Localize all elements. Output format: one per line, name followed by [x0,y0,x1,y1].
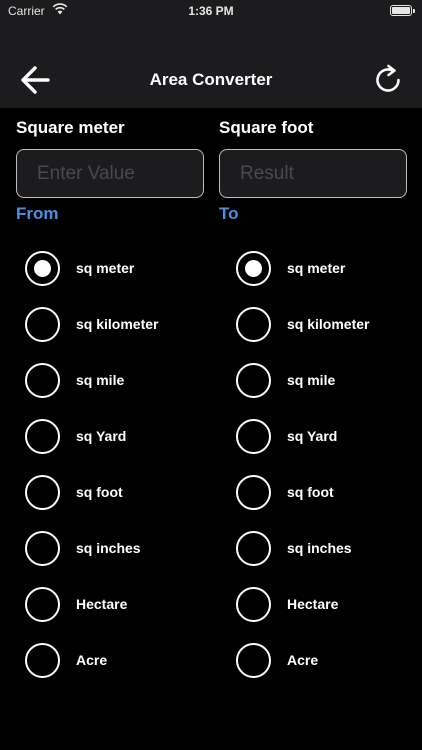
radio-button[interactable] [236,474,271,510]
from-option-hectare[interactable]: Hectare [25,576,236,632]
refresh-icon[interactable] [370,62,406,98]
status-time: 1:36 PM [188,4,234,18]
battery-icon [390,5,415,16]
option-label: sq kilometer [76,316,159,332]
option-label: sq mile [287,372,336,388]
top-bar: Carrier 1:36 PM Area Converter [0,0,422,108]
to-option-sq-foot[interactable]: sq foot [236,464,422,520]
from-option-sq-inches[interactable]: sq inches [25,520,236,576]
to-option-acre[interactable]: Acre [236,632,422,688]
page-title: Area Converter [149,70,273,89]
option-label: sq inches [76,540,141,556]
radio-button[interactable] [236,530,271,566]
radio-button[interactable] [236,250,271,286]
to-option-sq-mile[interactable]: sq mile [236,352,422,408]
radio-button[interactable] [236,642,271,678]
radio-button[interactable] [236,362,271,398]
radio-button[interactable] [25,418,60,454]
result-field[interactable] [219,149,407,198]
radio-button[interactable] [236,586,271,622]
option-label: sq kilometer [287,316,370,332]
option-label: Hectare [76,596,128,612]
option-label: sq foot [287,484,334,500]
to-option-sq-kilometer[interactable]: sq kilometer [236,296,422,352]
to-unit-label: Square foot [219,118,314,137]
value-input[interactable] [16,149,204,198]
option-label: sq Yard [287,428,338,444]
option-label: Acre [287,652,319,668]
radio-button[interactable] [25,362,60,398]
to-section-label: To [219,204,239,223]
from-option-sq-meter[interactable]: sq meter [25,240,236,296]
option-label: sq inches [287,540,352,556]
from-unit-label: Square meter [16,118,125,137]
option-label: Acre [76,652,108,668]
to-option-sq-meter[interactable]: sq meter [236,240,422,296]
radio-button[interactable] [25,530,60,566]
option-label: sq Yard [76,428,127,444]
to-option-hectare[interactable]: Hectare [236,576,422,632]
to-option-sq-yard[interactable]: sq Yard [236,408,422,464]
area-converter-screen: Carrier 1:36 PM Area Converter Square me… [0,0,422,750]
option-label: sq foot [76,484,123,500]
option-label: sq meter [287,260,346,276]
from-option-sq-kilometer[interactable]: sq kilometer [25,296,236,352]
radio-button[interactable] [236,306,271,342]
from-section-label: From [16,204,59,223]
option-label: sq meter [76,260,135,276]
from-unit-list: sq meter sq kilometer sq mile sq Yard sq… [25,240,236,688]
option-label: Hectare [287,596,339,612]
status-bar: Carrier 1:36 PM [0,0,422,24]
radio-button[interactable] [25,306,60,342]
option-label: sq mile [76,372,125,388]
from-option-acre[interactable]: Acre [25,632,236,688]
radio-button[interactable] [236,418,271,454]
from-option-sq-foot[interactable]: sq foot [25,464,236,520]
from-option-sq-mile[interactable]: sq mile [25,352,236,408]
from-option-sq-yard[interactable]: sq Yard [25,408,236,464]
to-option-sq-inches[interactable]: sq inches [236,520,422,576]
radio-button[interactable] [25,474,60,510]
to-unit-list: sq meter sq kilometer sq mile sq Yard sq… [236,240,422,688]
radio-button[interactable] [25,250,60,286]
radio-button[interactable] [25,642,60,678]
radio-button[interactable] [25,586,60,622]
